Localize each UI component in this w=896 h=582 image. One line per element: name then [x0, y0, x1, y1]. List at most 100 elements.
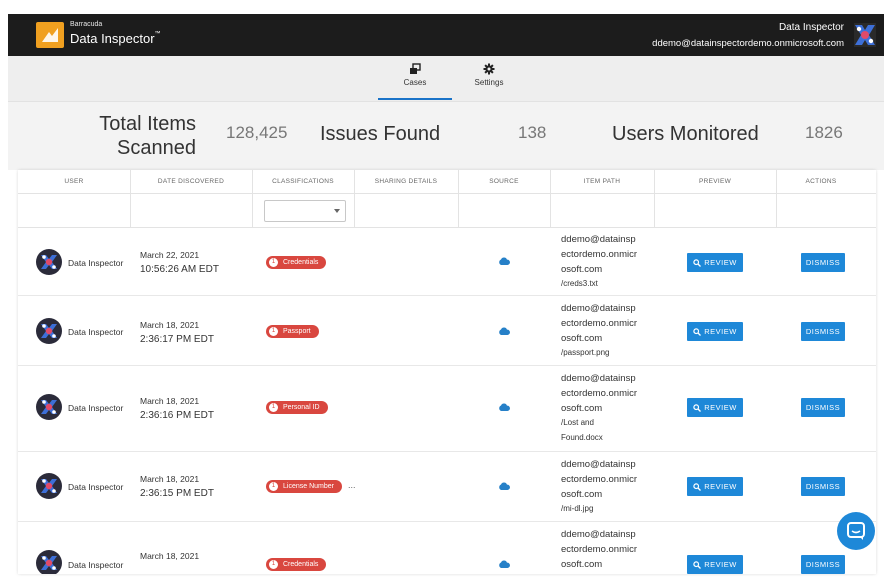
user-avatar-icon: [36, 249, 62, 275]
classification-badge[interactable]: 1 License Number: [266, 480, 342, 493]
row-date: March 18, 2021: [140, 320, 200, 330]
item-path-line: ddemo@datainsp: [561, 529, 636, 540]
table-row[interactable]: Data Inspector March 22, 2021 10:56:26 A…: [18, 228, 876, 296]
barracuda-logo-icon[interactable]: [36, 22, 64, 48]
cloud-icon: [499, 327, 510, 335]
table-row[interactable]: Data Inspector March 18, 2021 2:36:16 PM…: [18, 366, 876, 452]
cases-icon: [410, 63, 421, 74]
cases-table: USER DATE DISCOVERED CLASSIFICATIONS SHA…: [18, 170, 876, 574]
brand-company: Barracuda: [70, 21, 103, 28]
badge-count: 1: [269, 482, 278, 491]
chat-bubble-icon: [847, 522, 865, 540]
gear-icon: [483, 63, 495, 75]
review-button[interactable]: REVIEW: [687, 555, 743, 574]
col-header-source[interactable]: SOURCE: [458, 178, 550, 185]
classification-badge[interactable]: 1 Credentials: [266, 558, 327, 571]
classification-filter-select[interactable]: [264, 200, 346, 222]
user-avatar-icon[interactable]: [854, 23, 876, 47]
row-time: 2:36:17 PM EDT: [140, 334, 214, 345]
badge-count: 1: [269, 258, 278, 267]
col-header-user[interactable]: USER: [18, 178, 130, 185]
user-avatar-icon: [36, 550, 62, 574]
total-items-value: 128,425: [226, 123, 288, 142]
table-row[interactable]: Data Inspector March 18, 2021 1 Credentia…: [18, 522, 876, 574]
search-icon: [693, 561, 702, 569]
item-path-line: ectordemo.onmicr: [561, 388, 638, 399]
col-header-item-path[interactable]: ITEM PATH: [550, 178, 654, 185]
row-file-name: /creds3.txt: [561, 279, 598, 288]
row-user: Data Inspector: [68, 403, 124, 413]
tab-cases[interactable]: Cases: [378, 60, 452, 100]
dismiss-button[interactable]: DISMISS: [801, 555, 845, 574]
badge-label: Credentials: [283, 259, 319, 266]
row-date: March 18, 2021: [140, 551, 200, 561]
row-item-path: ddemo@datainsp ectordemo.onmicr osoft.co…: [561, 301, 637, 346]
item-path-line: osoft.com: [561, 333, 603, 344]
col-header-date[interactable]: DATE DISCOVERED: [130, 178, 252, 185]
badge-label: Credentials: [283, 561, 319, 568]
badge-label: License Number: [283, 483, 334, 490]
item-path-line: ddemo@datainsp: [561, 373, 636, 384]
badge-label: Personal ID: [283, 404, 320, 411]
dismiss-button[interactable]: DISMISS: [801, 477, 845, 496]
review-button[interactable]: REVIEW: [687, 322, 743, 341]
row-user: Data Inspector: [68, 258, 124, 268]
item-path-line: ectordemo.onmicr: [561, 318, 638, 329]
search-icon: [693, 328, 702, 336]
col-header-sharing[interactable]: SHARING DETAILS: [354, 178, 458, 185]
brand-name-text: Data Inspector: [70, 31, 155, 46]
dismiss-button[interactable]: DISMISS: [801, 253, 845, 272]
search-icon: [693, 259, 702, 267]
column-divider: [130, 170, 131, 228]
review-button[interactable]: REVIEW: [687, 477, 743, 496]
row-date: March 18, 2021: [140, 396, 200, 406]
column-divider: [654, 170, 655, 228]
badge-count: 1: [269, 560, 278, 569]
issues-found-label: Issues Found: [320, 123, 441, 145]
item-path-line: ddemo@datainsp: [561, 234, 636, 245]
chat-button[interactable]: [837, 512, 875, 550]
classification-badge[interactable]: 1 Credentials: [266, 256, 327, 269]
classification-badge[interactable]: 1 Personal ID: [266, 401, 328, 414]
chevron-down-icon: [334, 209, 340, 213]
col-header-actions[interactable]: ACTIONS: [776, 178, 866, 185]
col-header-classifications[interactable]: CLASSIFICATIONS: [252, 178, 354, 185]
row-file-name: Found.docx: [561, 433, 603, 442]
dismiss-button[interactable]: DISMISS: [801, 398, 845, 417]
row-user: Data Inspector: [68, 560, 124, 570]
account-name[interactable]: Data Inspector: [779, 22, 844, 33]
item-path-line: osoft.com: [561, 559, 603, 570]
row-item-path: ddemo@datainsp ectordemo.onmicr osoft.co…: [561, 371, 637, 416]
total-items-label-line1: Total Items: [99, 113, 196, 135]
item-path-line: osoft.com: [561, 264, 603, 275]
table-row[interactable]: Data Inspector March 18, 2021 2:36:15 PM…: [18, 452, 876, 522]
total-items-label: Total Items Scanned: [98, 112, 196, 160]
tab-settings[interactable]: Settings: [452, 60, 526, 100]
col-header-preview[interactable]: PREVIEW: [654, 178, 776, 185]
table-row[interactable]: Data Inspector March 18, 2021 2:36:17 PM…: [18, 296, 876, 366]
row-date: March 18, 2021: [140, 474, 200, 484]
column-divider: [550, 170, 551, 228]
row-file-name: /passport.png: [561, 348, 610, 357]
more-classifications[interactable]: ...: [348, 480, 356, 490]
brand-name: Data Inspector™: [70, 31, 161, 46]
user-avatar-icon: [36, 318, 62, 344]
top-bar: Barracuda Data Inspector™ Data Inspector…: [8, 14, 884, 56]
row-time: 2:36:16 PM EDT: [140, 410, 214, 421]
column-divider: [252, 170, 253, 228]
classification-badge[interactable]: 1 Passport: [266, 325, 319, 338]
review-button[interactable]: REVIEW: [687, 398, 743, 417]
row-item-path: ddemo@datainsp ectordemo.onmicr osoft.co…: [561, 527, 637, 572]
row-time: 2:36:15 PM EDT: [140, 488, 214, 499]
search-icon: [693, 404, 702, 412]
review-button-label: REVIEW: [704, 327, 737, 336]
stats-panel: Total Items Scanned 128,425 Issues Found…: [8, 102, 884, 170]
column-divider: [354, 170, 355, 228]
dismiss-button[interactable]: DISMISS: [801, 322, 845, 341]
row-file-name: /mi-dl.jpg: [561, 504, 594, 513]
review-button-label: REVIEW: [704, 482, 737, 491]
account-email[interactable]: ddemo@datainspectordemo.onmicrosoft.com: [652, 38, 844, 49]
item-path-line: ddemo@datainsp: [561, 303, 636, 314]
brand-trademark: ™: [154, 31, 161, 37]
review-button[interactable]: REVIEW: [687, 253, 743, 272]
